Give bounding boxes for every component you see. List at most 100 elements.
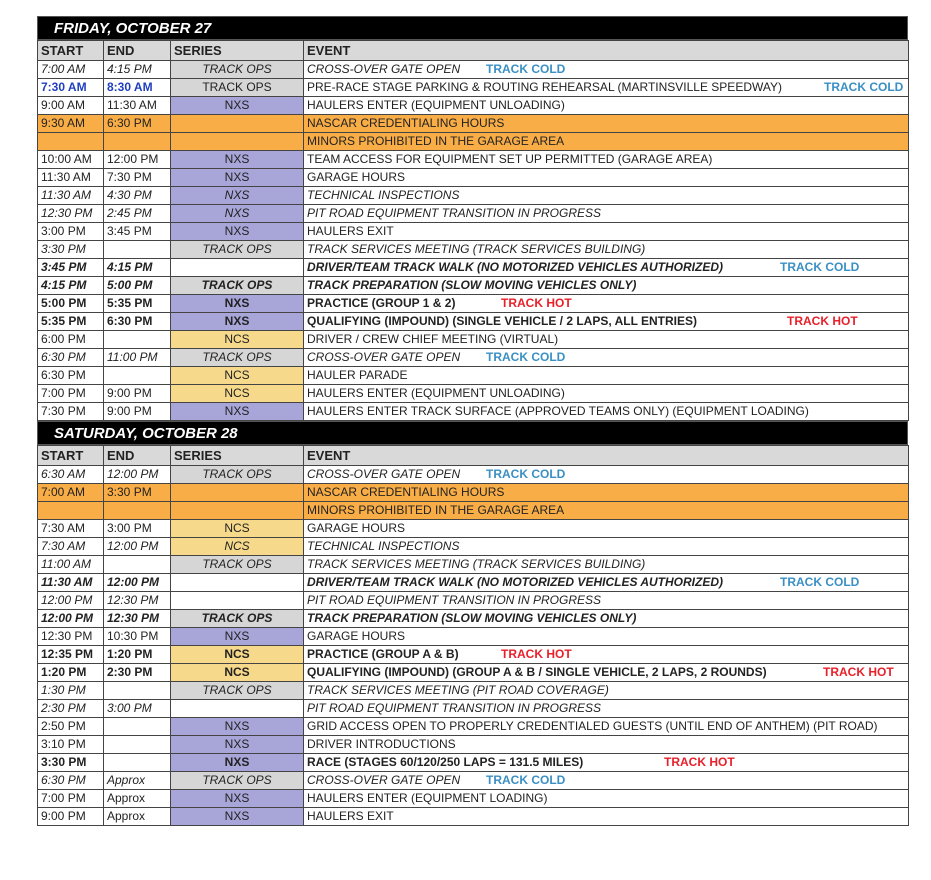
end-time: 9:00 PM	[103, 384, 171, 403]
track-hot-badge: TRACK HOT	[823, 665, 894, 679]
schedule-row: 1:20 PM 2:30 PM NCS QUALIFYING (IMPOUND) (G…	[37, 663, 909, 682]
schedule-row: 6:30 AM 12:00 PM TRACK OPS CROSS-OVER GATE …	[37, 465, 909, 484]
series-cell: TRACK OPS	[170, 555, 304, 574]
start-time: 11:30 AM	[37, 186, 104, 205]
series-cell: TRACK OPS	[170, 771, 304, 790]
event-text: PIT ROAD EQUIPMENT TRANSITION IN PROGRES…	[307, 701, 602, 715]
start-time: 7:30 AM	[37, 78, 104, 97]
series-cell: TRACK OPS	[170, 276, 304, 295]
series-cell: NXS	[170, 735, 304, 754]
column-header-series: SERIES	[170, 40, 304, 61]
track-cold-badge: TRACK COLD	[486, 467, 566, 481]
event-cell: PRE-RACE STAGE PARKING & ROUTING REHEARS…	[303, 78, 909, 97]
schedule-row: 6:00 PM NCS DRIVER / CREW CHIEF MEETING (V…	[37, 330, 909, 349]
end-time	[103, 681, 171, 700]
track-cold-badge: TRACK COLD	[486, 773, 566, 787]
schedule-row: 3:30 PM TRACK OPS TRACK SERVICES MEETING (…	[37, 240, 909, 259]
event-cell: PIT ROAD EQUIPMENT TRANSITION IN PROGRES…	[303, 699, 909, 718]
end-time: 5:35 PM	[103, 294, 171, 313]
start-time: 12:00 PM	[37, 591, 104, 610]
end-time	[103, 735, 171, 754]
event-text: GARAGE HOURS	[307, 521, 406, 535]
event-cell: MINORS PROHIBITED IN THE GARAGE AREA	[303, 501, 909, 520]
start-time: 4:15 PM	[37, 276, 104, 295]
end-time: 11:30 AM	[103, 96, 171, 115]
end-time	[103, 501, 171, 520]
series-cell: TRACK OPS	[170, 609, 304, 628]
day-header: FRIDAY, OCTOBER 27	[37, 16, 908, 40]
event-cell: PIT ROAD EQUIPMENT TRANSITION IN PROGRES…	[303, 591, 909, 610]
track-cold-badge: TRACK COLD	[486, 62, 566, 76]
end-time: 10:30 PM	[103, 627, 171, 646]
start-time: 5:00 PM	[37, 294, 104, 313]
event-cell: HAULERS ENTER (EQUIPMENT LOADING)	[303, 789, 909, 808]
schedule-row: 5:35 PM 6:30 PM NXS QUALIFYING (IMPOUND) (S…	[37, 312, 909, 331]
start-time: 3:00 PM	[37, 222, 104, 241]
event-text: DRIVER INTRODUCTIONS	[307, 737, 456, 751]
schedule-row: 1:30 PM TRACK OPS TRACK SERVICES MEETING (…	[37, 681, 909, 700]
start-time: 1:30 PM	[37, 681, 104, 700]
column-header-start: START	[37, 40, 104, 61]
series-cell: NXS	[170, 222, 304, 241]
event-cell: RACE (STAGES 60/120/250 LAPS = 131.5 MIL…	[303, 753, 909, 772]
schedule-row: MINORS PROHIBITED IN THE GARAGE AREA	[37, 132, 909, 151]
event-text: HAULERS EXIT	[307, 224, 394, 238]
schedule-row: 7:00 AM 3:30 PM NASCAR CREDENTIALING HOURS	[37, 483, 909, 502]
schedule-row: 7:30 AM 12:00 PM NCS TECHNICAL INSPECTIONS	[37, 537, 909, 556]
event-cell: HAULER PARADE	[303, 366, 909, 385]
start-time: 11:00 AM	[37, 555, 104, 574]
start-time: 7:30 PM	[37, 402, 104, 421]
end-time: 6:30 PM	[103, 312, 171, 331]
end-time: 8:30 AM	[103, 78, 171, 97]
track-hot-badge: TRACK HOT	[664, 755, 735, 769]
event-cell: GARAGE HOURS	[303, 627, 909, 646]
track-hot-badge: TRACK HOT	[501, 296, 572, 310]
start-time: 12:35 PM	[37, 645, 104, 664]
series-cell: NXS	[170, 312, 304, 331]
start-time: 7:30 AM	[37, 519, 104, 538]
end-time: 12:00 PM	[103, 537, 171, 556]
start-time: 7:00 PM	[37, 384, 104, 403]
end-time: 7:30 PM	[103, 168, 171, 187]
event-cell: CROSS-OVER GATE OPEN TRACK COLD	[303, 465, 909, 484]
end-time: Approx	[103, 789, 171, 808]
event-text: MINORS PROHIBITED IN THE GARAGE AREA	[307, 503, 565, 517]
event-cell: TRACK SERVICES MEETING (TRACK SERVICES B…	[303, 240, 909, 259]
start-time: 6:30 PM	[37, 366, 104, 385]
event-cell: CROSS-OVER GATE OPEN TRACK COLD	[303, 60, 909, 79]
schedule-row: MINORS PROHIBITED IN THE GARAGE AREA	[37, 501, 909, 520]
event-cell: CROSS-OVER GATE OPEN TRACK COLD	[303, 348, 909, 367]
track-cold-badge: TRACK COLD	[780, 260, 860, 274]
schedule-row: 12:00 PM 12:30 PM TRACK OPS TRACK PREPARATI…	[37, 609, 909, 628]
event-cell: TECHNICAL INSPECTIONS	[303, 186, 909, 205]
start-time: 3:10 PM	[37, 735, 104, 754]
event-text: TRACK SERVICES MEETING (TRACK SERVICES B…	[307, 557, 646, 571]
event-text: PRACTICE (GROUP A & B)	[307, 647, 459, 661]
event-cell: TEAM ACCESS FOR EQUIPMENT SET UP PERMITT…	[303, 150, 909, 169]
start-time: 9:00 PM	[37, 807, 104, 826]
series-cell: TRACK OPS	[170, 60, 304, 79]
series-cell: NXS	[170, 807, 304, 826]
schedule-row: 7:00 AM 4:15 PM TRACK OPS CROSS-OVER GATE O…	[37, 60, 909, 79]
end-time: 4:30 PM	[103, 186, 171, 205]
schedule-row: 12:30 PM 2:45 PM NXS PIT ROAD EQUIPMENT TRA…	[37, 204, 909, 223]
series-cell	[170, 699, 304, 718]
schedule-row: 3:00 PM 3:45 PM NXS HAULERS EXIT	[37, 222, 909, 241]
column-header-row: START END SERIES EVENT	[37, 40, 909, 61]
schedule-row: 9:30 AM 6:30 PM NASCAR CREDENTIALING HOURS	[37, 114, 909, 133]
event-cell: GARAGE HOURS	[303, 519, 909, 538]
end-time: 3:00 PM	[103, 699, 171, 718]
schedule-row: 6:30 PM NCS HAULER PARADE	[37, 366, 909, 385]
event-cell: QUALIFYING (IMPOUND) (SINGLE VEHICLE / 2…	[303, 312, 909, 331]
start-time: 7:00 PM	[37, 789, 104, 808]
column-header-event: EVENT	[303, 445, 909, 466]
end-time: 11:00 PM	[103, 348, 171, 367]
end-time: 4:15 PM	[103, 60, 171, 79]
schedule-row: 10:00 AM 12:00 PM NXS TEAM ACCESS FOR EQUIP…	[37, 150, 909, 169]
event-cell: GARAGE HOURS	[303, 168, 909, 187]
series-cell	[170, 483, 304, 502]
track-cold-badge: TRACK COLD	[824, 80, 904, 94]
series-cell: TRACK OPS	[170, 240, 304, 259]
schedule-row: 2:30 PM 3:00 PM PIT ROAD EQUIPMENT TRANSIT…	[37, 699, 909, 718]
track-hot-badge: TRACK HOT	[787, 314, 858, 328]
